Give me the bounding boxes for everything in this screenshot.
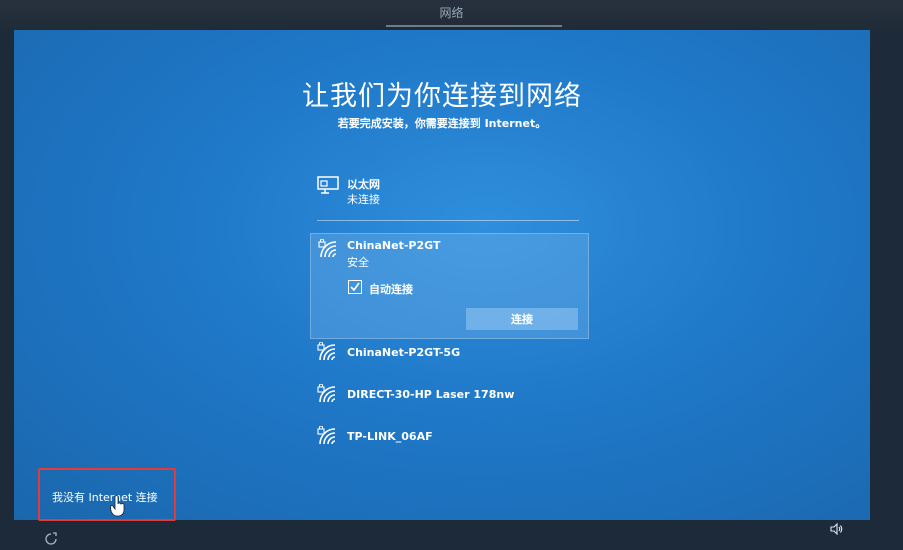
window-title-bar: 网络 — [0, 0, 903, 30]
auto-connect-label: 自动连接 — [369, 283, 413, 296]
highlight-box: 我没有 Internet 连接 — [38, 468, 176, 521]
network-item[interactable]: TP-LINK_06AF — [317, 425, 581, 450]
network-name: ChinaNet-P2GT-5G — [347, 346, 461, 359]
connect-button[interactable]: 连接 — [466, 308, 578, 330]
ethernet-item[interactable]: 以太网 未连接 — [317, 176, 581, 210]
volume-icon[interactable] — [830, 520, 844, 539]
selected-network-name: ChinaNet-P2GT — [347, 239, 441, 252]
auto-connect-checkbox[interactable] — [348, 280, 362, 294]
selected-network-card[interactable]: ChinaNet-P2GT 安全 自动连接 连接 — [310, 233, 589, 339]
page-subtitle: 若要完成安装，你需要连接到 Internet。 — [337, 117, 547, 130]
ethernet-name: 以太网 — [347, 178, 380, 191]
oobe-screen: 让我们为你连接到网络 若要完成安装，你需要连接到 Internet。 以太网 未… — [14, 30, 870, 520]
checkmark-icon — [350, 282, 360, 292]
network-name: DIRECT-30-HP Laser 178nw — [347, 388, 515, 401]
wifi-secured-icon — [318, 238, 340, 263]
no-internet-link[interactable]: 我没有 Internet 连接 — [52, 489, 158, 505]
wifi-secured-icon — [317, 341, 339, 365]
ethernet-status: 未连接 — [347, 193, 380, 206]
network-item[interactable]: DIRECT-30-HP Laser 178nw — [317, 383, 581, 408]
wifi-secured-icon — [317, 425, 339, 449]
window-title: 网络 — [439, 6, 464, 20]
network-item[interactable]: ChinaNet-P2GT-5G — [317, 341, 581, 366]
accessibility-icon[interactable] — [44, 531, 58, 550]
page-title: 让我们为你连接到网络 — [302, 81, 582, 112]
wifi-secured-icon — [317, 383, 339, 407]
selected-network-status: 安全 — [347, 256, 369, 269]
ethernet-icon — [317, 176, 339, 199]
network-name: TP-LINK_06AF — [347, 430, 433, 443]
divider — [317, 220, 579, 221]
hand-cursor-icon — [110, 495, 126, 521]
title-underline — [386, 25, 562, 27]
